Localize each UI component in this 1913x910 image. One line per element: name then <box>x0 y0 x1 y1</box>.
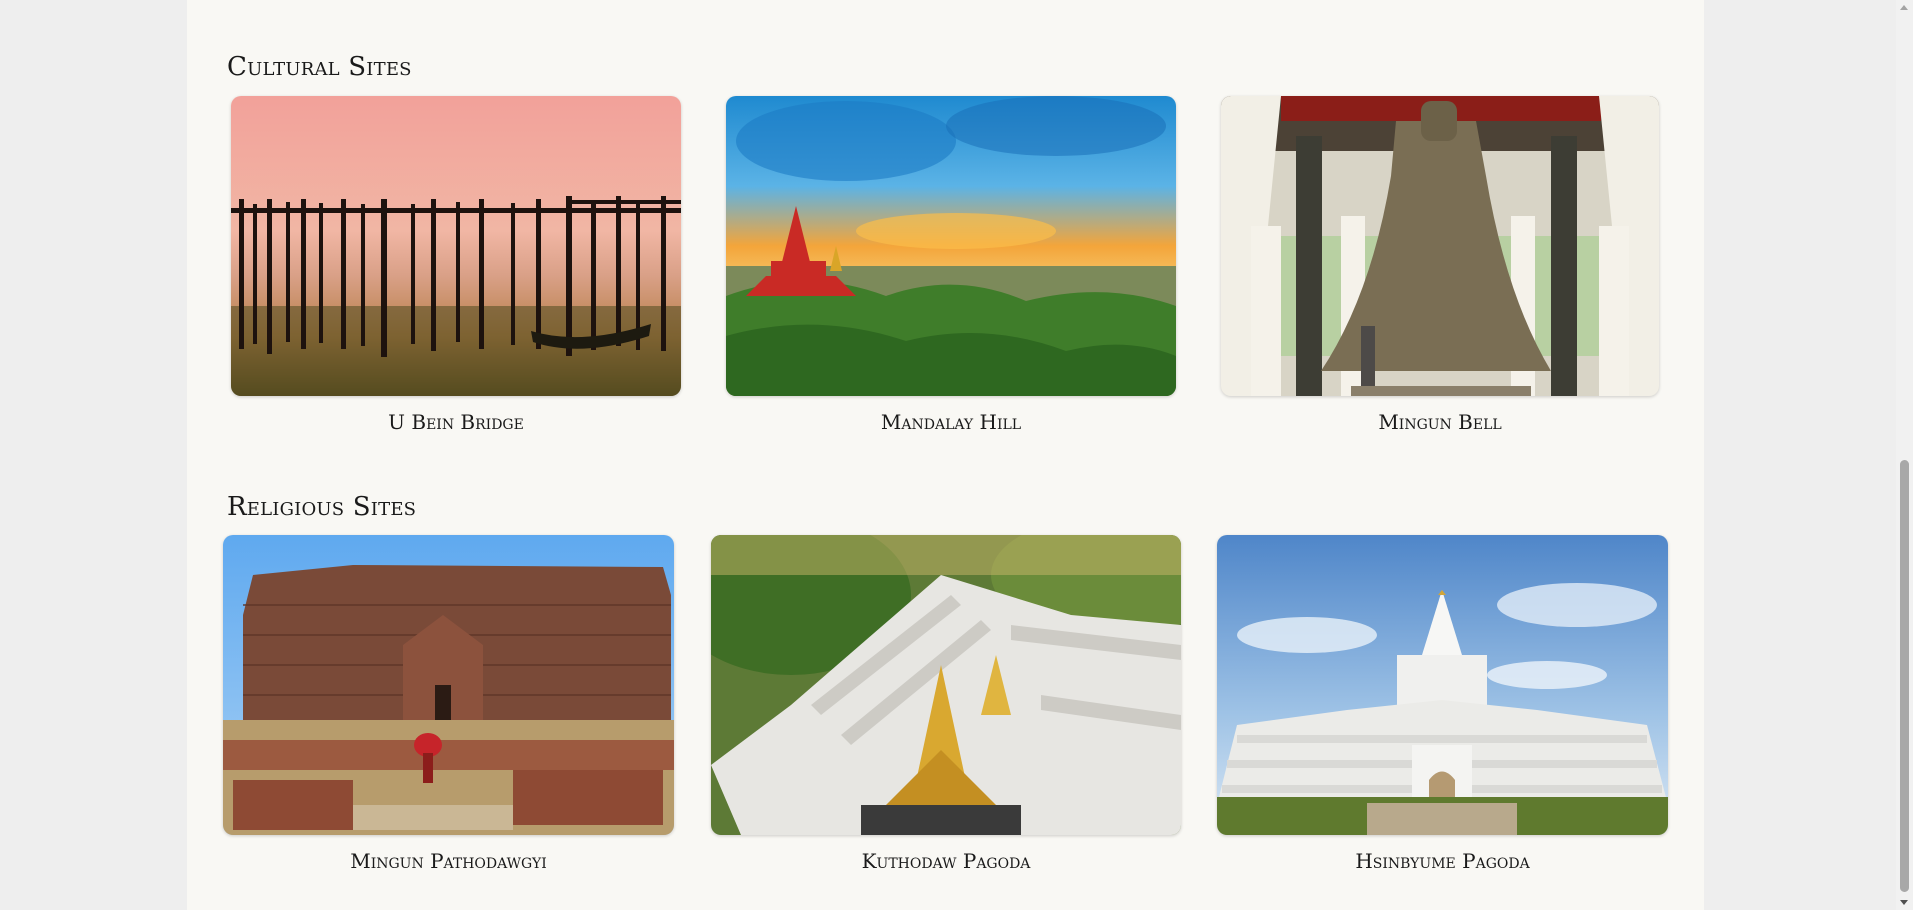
kuthodaw-pagoda-image[interactable] <box>711 535 1181 835</box>
card-title-hsinbyume-pagoda[interactable]: Hsinbyume Pagoda <box>1217 849 1668 873</box>
mingun-bell-image[interactable] <box>1221 96 1659 396</box>
vertical-scrollbar[interactable] <box>1896 0 1913 910</box>
page-content: Cultural Sites U Bein Bridge Mandalay Hi… <box>187 0 1704 910</box>
section-title-cultural-sites: Cultural Sites <box>227 52 412 82</box>
scrollbar-thumb[interactable] <box>1900 460 1909 892</box>
card-u-bein-bridge[interactable]: U Bein Bridge <box>231 96 681 436</box>
mandalay-hill-image[interactable] <box>726 96 1176 396</box>
scroll-down-arrow-icon[interactable] <box>1900 900 1908 905</box>
card-title-kuthodaw-pagoda[interactable]: Kuthodaw Pagoda <box>711 849 1181 873</box>
u-bein-bridge-image[interactable] <box>231 96 681 396</box>
mingun-pathodawgyi-image[interactable] <box>223 535 674 835</box>
card-mandalay-hill[interactable]: Mandalay Hill <box>726 96 1176 436</box>
card-title-u-bein-bridge[interactable]: U Bein Bridge <box>231 410 681 434</box>
card-mingun-pathodawgyi[interactable]: Mingun Pathodawgyi <box>223 535 674 875</box>
card-title-mandalay-hill[interactable]: Mandalay Hill <box>726 410 1176 434</box>
card-title-mingun-bell[interactable]: Mingun Bell <box>1221 410 1659 434</box>
card-title-mingun-pathodawgyi[interactable]: Mingun Pathodawgyi <box>223 849 674 873</box>
card-hsinbyume-pagoda[interactable]: Hsinbyume Pagoda <box>1217 535 1668 875</box>
card-kuthodaw-pagoda[interactable]: Kuthodaw Pagoda <box>711 535 1181 875</box>
hsinbyume-pagoda-image[interactable] <box>1217 535 1668 835</box>
scroll-up-arrow-icon[interactable] <box>1900 5 1908 10</box>
section-title-religious-sites: Religious Sites <box>227 492 417 522</box>
card-mingun-bell[interactable]: Mingun Bell <box>1221 96 1659 436</box>
